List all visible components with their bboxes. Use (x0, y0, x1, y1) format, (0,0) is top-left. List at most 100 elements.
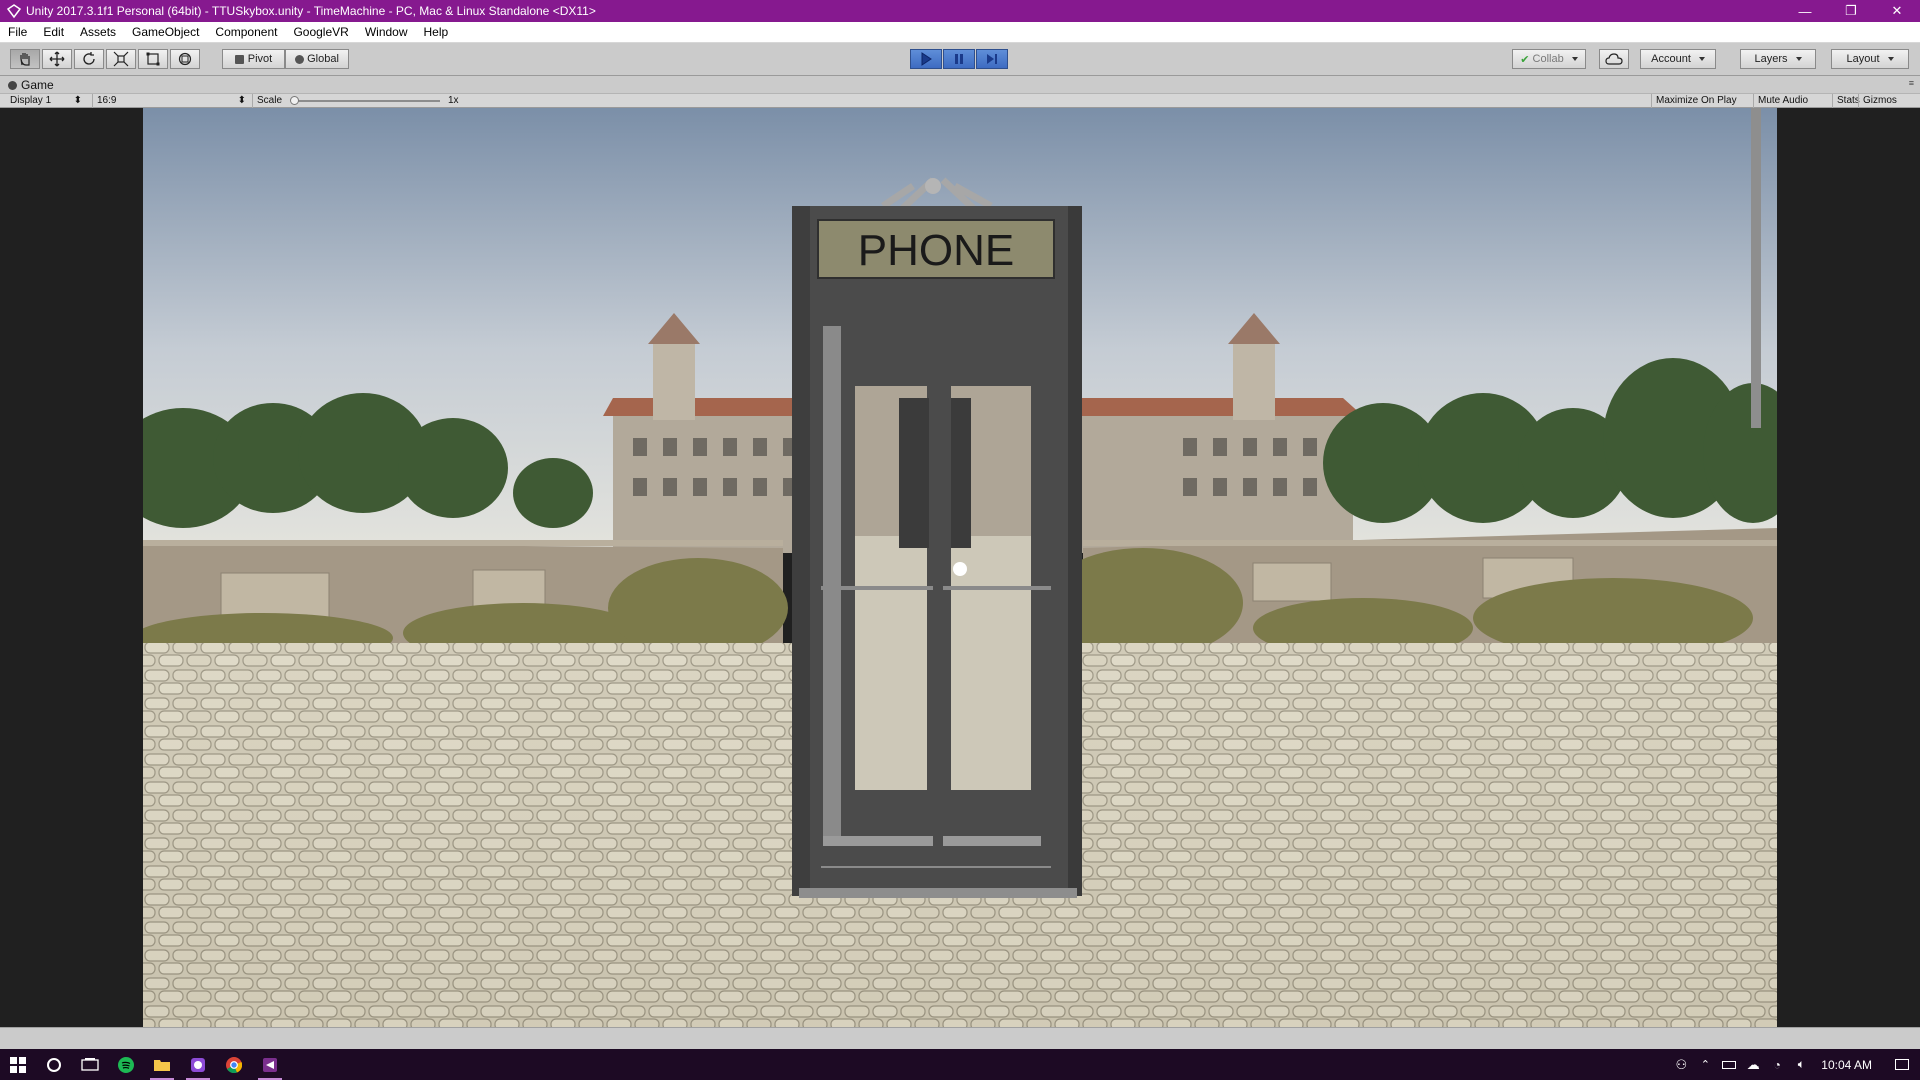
collab-dropdown[interactable]: ✔ Collab (1512, 49, 1586, 69)
layers-dropdown[interactable]: Layers (1740, 49, 1816, 69)
aspect-dropdown[interactable]: 16:9 ⬍ (92, 94, 250, 108)
unity-icon (263, 1057, 277, 1072)
scale-slider[interactable] (290, 96, 440, 105)
chrome-icon (226, 1056, 242, 1073)
people-icon[interactable]: ⚇ (1669, 1049, 1693, 1080)
pause-icon (955, 54, 963, 64)
dropdown-arrow-icon: ⬍ (73, 95, 82, 106)
system-tray: ⚇ ⌃ ☁ ◔ 🔈︎ 10:04 AM (1669, 1049, 1920, 1080)
game-view-controls: Display 1 ⬍ 16:9 ⬍ Scale 1x Maximize On … (0, 93, 1920, 108)
move-icon (49, 51, 65, 67)
pause-button[interactable] (943, 49, 975, 69)
phone-booth[interactable]: PHONE (792, 177, 1082, 898)
mute-audio-toggle[interactable]: Mute Audio (1753, 94, 1812, 108)
aspect-label: 16:9 (97, 95, 117, 106)
step-button[interactable] (976, 49, 1008, 69)
menu-help[interactable]: Help (416, 22, 457, 43)
scale-value: 1x (448, 95, 459, 106)
layout-dropdown[interactable]: Layout (1831, 49, 1909, 69)
windows-logo-icon (10, 1056, 26, 1073)
gizmos-dropdown[interactable]: Gizmos (1858, 94, 1901, 108)
cloud-button[interactable] (1599, 49, 1629, 69)
globe-icon (295, 54, 305, 64)
step-icon (987, 54, 997, 64)
menu-component[interactable]: Component (207, 22, 285, 43)
folder-icon (154, 1059, 170, 1071)
main-toolbar: Pivot Global ✔ Collab Account Layers Lay… (0, 43, 1920, 76)
wifi-icon[interactable]: ◔ (1765, 1049, 1789, 1080)
game-tab-label: Game (21, 78, 54, 92)
task-view-button[interactable] (72, 1049, 108, 1080)
rect-tool-button[interactable] (138, 49, 168, 69)
task-view-icon (81, 1057, 99, 1071)
purple-app-button[interactable] (180, 1049, 216, 1080)
move-tool-button[interactable] (42, 49, 72, 69)
account-label: Account (1651, 53, 1691, 65)
title-bar: Unity 2017.3.1f1 Personal (64bit) - TTUS… (0, 0, 1920, 22)
cortana-button[interactable] (36, 1049, 72, 1080)
menu-file[interactable]: File (0, 22, 35, 43)
rect-icon (146, 52, 160, 66)
global-toggle[interactable]: Global (285, 49, 349, 69)
layers-label: Layers (1754, 53, 1788, 65)
chevron-up-icon[interactable]: ⌃ (1693, 1049, 1717, 1080)
check-icon: ✔ (1520, 53, 1530, 66)
transform-tool-button[interactable] (170, 49, 200, 69)
onedrive-icon[interactable]: ☁ (1741, 1049, 1765, 1080)
game-scene[interactable]: PHONE (143, 108, 1777, 1027)
spotify-icon (118, 1056, 134, 1073)
account-dropdown[interactable]: Account (1640, 49, 1716, 69)
scale-slider-thumb[interactable] (290, 96, 299, 105)
restore-button[interactable]: ❐ (1828, 0, 1874, 22)
maximize-on-play-toggle[interactable]: Maximize On Play (1651, 94, 1741, 108)
menu-edit[interactable]: Edit (35, 22, 72, 43)
pivot-label: Pivot (247, 53, 273, 65)
spotify-button[interactable] (108, 1049, 144, 1080)
transform-icon (178, 52, 192, 66)
gizmos-label: Gizmos (1863, 95, 1897, 106)
file-explorer-button[interactable] (144, 1049, 180, 1080)
action-center-icon[interactable] (1884, 1049, 1920, 1080)
lamp-pole (1751, 108, 1761, 428)
scale-icon (113, 51, 129, 67)
minimize-button[interactable]: — (1782, 0, 1828, 22)
display-label: Display 1 (10, 95, 52, 106)
game-tab[interactable]: Game (8, 77, 54, 93)
rotate-tool-button[interactable] (74, 49, 104, 69)
layout-label: Layout (1846, 53, 1880, 65)
play-icon (921, 52, 932, 66)
window-title: Unity 2017.3.1f1 Personal (64bit) - TTUS… (26, 4, 596, 18)
pivot-toggle[interactable]: Pivot (222, 49, 285, 69)
menu-window[interactable]: Window (357, 22, 416, 43)
collab-label: Collab (1532, 53, 1564, 65)
menu-assets[interactable]: Assets (72, 22, 124, 43)
cloud-icon (1605, 53, 1623, 65)
pivot-icon (234, 54, 244, 64)
menu-bar: File Edit Assets GameObject Component Go… (0, 22, 1920, 43)
tab-menu-icon[interactable]: ≡ (1909, 78, 1914, 88)
menu-googlevr[interactable]: GoogleVR (285, 22, 356, 43)
display-dropdown[interactable]: Display 1 ⬍ (6, 94, 86, 108)
scale-tool-button[interactable] (106, 49, 136, 69)
rotate-icon (83, 52, 95, 65)
volume-icon[interactable]: 🔈︎ (1789, 1049, 1813, 1080)
game-viewport[interactable]: PHONE (0, 108, 1920, 1027)
scale-label: Scale (252, 94, 286, 108)
app-icon (191, 1057, 205, 1072)
windows-start-button[interactable] (0, 1049, 36, 1080)
scene-render: PHONE (143, 108, 1777, 1027)
hand-icon (20, 53, 30, 66)
clock[interactable]: 10:04 AM (1813, 1058, 1884, 1072)
global-label: Global (307, 53, 339, 65)
close-button[interactable]: ✕ (1874, 0, 1920, 22)
hand-tool-button[interactable] (10, 49, 40, 69)
menu-gameobject[interactable]: GameObject (124, 22, 207, 43)
battery-icon[interactable] (1717, 1049, 1741, 1080)
play-button[interactable] (910, 49, 942, 69)
dropdown-arrow-icon: ⬍ (237, 95, 246, 106)
status-bar (0, 1027, 1920, 1049)
booth-sign: PHONE (858, 226, 1014, 275)
windows-taskbar: ⚇ ⌃ ☁ ◔ 🔈︎ 10:04 AM (0, 1049, 1920, 1080)
unity-taskbar-button[interactable] (252, 1049, 288, 1080)
chrome-button[interactable] (216, 1049, 252, 1080)
